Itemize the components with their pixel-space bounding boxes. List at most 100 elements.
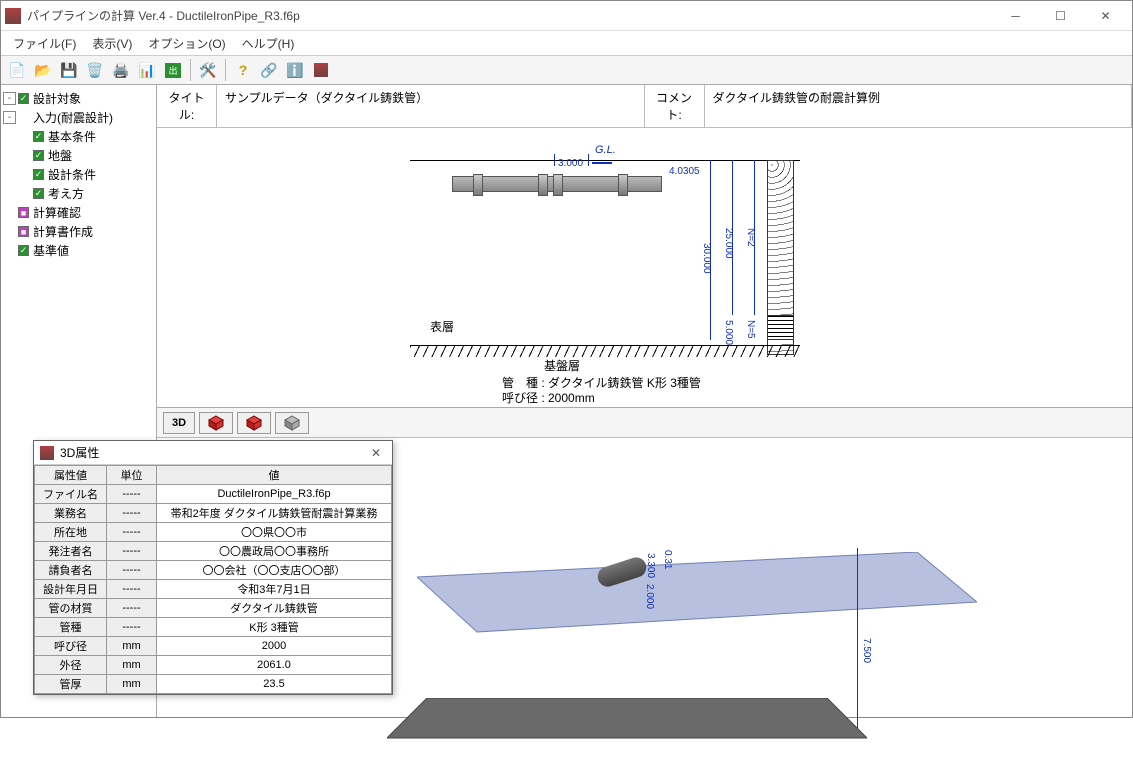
props-close-button[interactable]: ✕ [366, 446, 386, 460]
cell-value: 23.5 [157, 675, 392, 694]
menu-help[interactable]: ヘルプ(H) [234, 33, 303, 54]
dim-2000-label: 2.000 [644, 584, 655, 609]
table-row: 業務名-----帯和2年度 ダクタイル鋳鉄管耐震計算業務 [35, 504, 392, 523]
props-window[interactable]: 3D属性 ✕ 属性値 単位 値 ファイル名-----DuctileIronPip… [33, 440, 393, 695]
collapse-icon[interactable]: - [3, 92, 16, 105]
tree-item-report[interactable]: ■ 計算書作成 [3, 222, 154, 241]
checkbox-icon[interactable]: ■ [18, 207, 29, 218]
cell-value: 〇〇会社（〇〇支店〇〇部） [157, 561, 392, 580]
dim-7500-label: 7.500 [861, 638, 872, 663]
window-title: パイプラインの計算 Ver.4 - DuctileIronPipe_R3.f6p [27, 7, 993, 24]
comment-label: コメント: [645, 85, 705, 127]
cell-unit: mm [107, 637, 157, 656]
view3d-button[interactable]: 3D [163, 412, 195, 434]
cell-value: 令和3年7月1日 [157, 580, 392, 599]
tree-item-design-target[interactable]: -✓ 設計対象 [3, 89, 154, 108]
pipe-shape [452, 176, 662, 192]
tree-label: 考え方 [48, 185, 84, 202]
cube-gray-icon[interactable] [275, 412, 309, 434]
close-button[interactable]: ✕ [1083, 2, 1128, 30]
props-table: 属性値 単位 値 ファイル名-----DuctileIronPipe_R3.f6… [34, 465, 392, 694]
cell-unit: ----- [107, 504, 157, 523]
tree-label: 計算書作成 [33, 223, 93, 240]
ground-line [410, 160, 800, 161]
checkbox-icon[interactable]: ✓ [33, 131, 44, 142]
checkbox-icon[interactable]: ✓ [18, 245, 29, 256]
tree-item-design-cond[interactable]: ✓設計条件 [3, 165, 154, 184]
checkbox-icon[interactable]: ✓ [18, 93, 29, 104]
checkbox-icon[interactable]: ✓ [33, 150, 44, 161]
tree-label: 計算確認 [33, 204, 81, 221]
tree-label: 設計対象 [33, 90, 81, 107]
cell-unit: ----- [107, 542, 157, 561]
table-row: 管種-----K形 3種管 [35, 618, 392, 637]
checkbox-icon[interactable]: ✓ [33, 169, 44, 180]
props-title-text: 3D属性 [60, 444, 366, 461]
tree-label: 基本条件 [48, 128, 96, 145]
tree-item-ground[interactable]: ✓地盤 [3, 146, 154, 165]
cell-name: 請負者名 [35, 561, 107, 580]
menubar: ファイル(F) 表示(V) オプション(O) ヘルプ(H) [1, 31, 1132, 55]
menu-view[interactable]: 表示(V) [84, 33, 140, 54]
settings-icon[interactable]: 🛠️ [196, 58, 220, 82]
table-header: 属性値 単位 値 [35, 466, 392, 485]
checkbox-icon[interactable]: ■ [18, 226, 29, 237]
titlebar: パイプラインの計算 Ver.4 - DuctileIronPipe_R3.f6p… [1, 1, 1132, 31]
cell-unit: mm [107, 675, 157, 694]
maximize-button[interactable]: ☐ [1038, 2, 1083, 30]
minimize-button[interactable]: ─ [993, 2, 1038, 30]
separator [225, 59, 226, 81]
title-label: タイトル: [157, 85, 217, 127]
table-row: 管の材質-----ダクタイル鋳鉄管 [35, 599, 392, 618]
dim-031-label: 0.31 [662, 550, 673, 569]
dim-top-label: 3.000 [558, 158, 583, 169]
cell-name: 発注者名 [35, 542, 107, 561]
dim-30-label: 30.000 [701, 243, 712, 274]
dim-3300-label: 3.300 [645, 553, 656, 578]
title-value: サンプルデータ（ダクタイル鋳鉄管） [217, 85, 645, 127]
export-icon[interactable]: 出 [161, 58, 185, 82]
surface-label: 表層 [430, 318, 454, 335]
cell-value: ダクタイル鋳鉄管 [157, 599, 392, 618]
cell-name: 所在地 [35, 523, 107, 542]
new-file-icon[interactable]: 📄 [5, 58, 29, 82]
app-icon [5, 8, 21, 24]
cell-value: K形 3種管 [157, 618, 392, 637]
tree-item-calc-check[interactable]: ■ 計算確認 [3, 203, 154, 222]
tree-item-approach[interactable]: ✓ 考え方 [3, 184, 154, 203]
open-file-icon[interactable]: 📂 [31, 58, 55, 82]
tree-item-standard[interactable]: ✓ 基準値 [3, 241, 154, 260]
pipe-joint-icon [618, 174, 628, 196]
cell-unit: ----- [107, 485, 157, 504]
info-bar: タイトル: サンプルデータ（ダクタイル鋳鉄管） コメント: ダクタイル鋳鉄管の耐… [157, 85, 1132, 128]
table-row: 請負者名-----〇〇会社（〇〇支店〇〇部） [35, 561, 392, 580]
info-icon[interactable]: ℹ️ [283, 58, 307, 82]
save-icon[interactable]: 💾 [57, 58, 81, 82]
delete-icon[interactable]: 🗑️ [83, 58, 107, 82]
tree-item-basic[interactable]: ✓ 基本条件 [3, 127, 154, 146]
menu-file[interactable]: ファイル(F) [5, 33, 84, 54]
cell-name: 管種 [35, 618, 107, 637]
checkbox-icon[interactable]: ✓ [33, 188, 44, 199]
hdr-name: 属性値 [35, 466, 107, 485]
cell-name: ファイル名 [35, 485, 107, 504]
cube-red2-icon[interactable] [237, 412, 271, 434]
collapse-icon[interactable]: - [3, 111, 16, 124]
cell-name: 管厚 [35, 675, 107, 694]
props-titlebar[interactable]: 3D属性 ✕ [34, 441, 392, 465]
help-icon[interactable]: ? [231, 58, 255, 82]
table-row: 所在地-----〇〇県〇〇市 [35, 523, 392, 542]
cell-value: 2000 [157, 637, 392, 656]
hdr-unit: 単位 [107, 466, 157, 485]
link-icon[interactable]: 🔗 [257, 58, 281, 82]
base-layer-icon [767, 315, 794, 340]
tree-item-input[interactable]: -入力(耐震設計) [3, 108, 154, 127]
tree-label: 基準値 [33, 242, 69, 259]
report-icon[interactable]: 📊 [135, 58, 159, 82]
print-icon[interactable]: 🖨️ [109, 58, 133, 82]
table-row: 設計年月日-----令和3年7月1日 [35, 580, 392, 599]
about-icon[interactable] [309, 58, 333, 82]
menu-option[interactable]: オプション(O) [140, 33, 233, 54]
cube-red-icon[interactable] [199, 412, 233, 434]
pipe-joint-icon [473, 174, 483, 196]
